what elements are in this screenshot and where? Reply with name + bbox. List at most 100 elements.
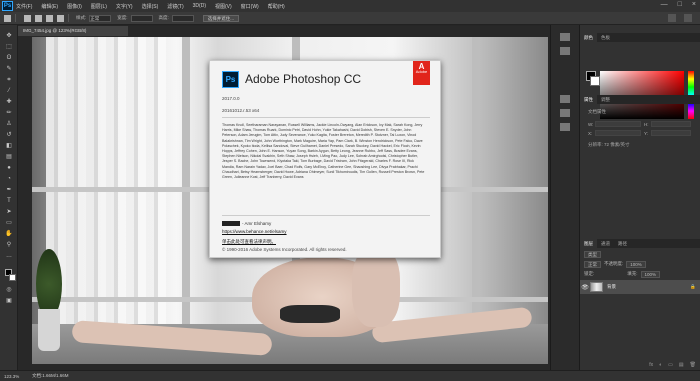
layer-thumbnail <box>590 282 603 292</box>
brush-panel-icon[interactable] <box>560 123 570 131</box>
menu-file[interactable]: 文件(F) <box>16 3 32 10</box>
fill-label: 填充: <box>627 271 638 276</box>
background-swatch[interactable] <box>590 76 600 86</box>
legal-notices-link[interactable]: 单击此处可查看法律声明。 <box>222 239 276 245</box>
height-label: 高度: <box>158 15 169 20</box>
width-input[interactable] <box>130 14 153 22</box>
minimize-icon[interactable]: — <box>661 1 668 8</box>
divider <box>68 14 69 22</box>
new-selection-icon[interactable] <box>24 14 31 22</box>
actions-panel-icon[interactable] <box>560 47 570 55</box>
select-and-mask-button[interactable]: 选择并遮住... <box>202 14 240 22</box>
menu-view[interactable]: 视图(V) <box>215 3 232 10</box>
menu-image[interactable]: 图像(I) <box>67 3 82 10</box>
clone-stamp-tool-icon[interactable]: ♙ <box>5 121 13 127</box>
path-selection-tool-icon[interactable]: ➤ <box>5 209 13 215</box>
background-color-swatch[interactable] <box>9 274 16 281</box>
layers-panel-header: 图层 通道 路径 <box>580 239 700 248</box>
paragraph-panel-icon[interactable] <box>560 109 570 117</box>
eraser-tool-icon[interactable]: ◧ <box>5 143 13 149</box>
intersect-selection-icon[interactable] <box>57 14 64 22</box>
new-layer-icon[interactable]: ▤ <box>679 362 684 370</box>
build-text: 20161012.r.53 x64 <box>222 108 260 113</box>
y-field[interactable] <box>651 130 691 136</box>
lock-icon: 🔒 <box>690 284 696 289</box>
add-selection-icon[interactable] <box>35 14 42 22</box>
menu-edit[interactable]: 编辑(E) <box>41 3 58 10</box>
type-tool-icon[interactable]: T <box>5 198 13 204</box>
fill-input[interactable]: 100% <box>640 270 661 278</box>
menu-filter[interactable]: 滤镜(T) <box>167 3 183 10</box>
layers-footer: fx ◐ ▭ ▤ 🗑 <box>580 362 700 370</box>
close-icon[interactable]: × <box>692 1 696 8</box>
menu-help[interactable]: 帮助(H) <box>268 3 285 10</box>
eyedropper-tool-icon[interactable]: ⁄ <box>5 88 13 94</box>
height-input[interactable] <box>171 14 194 22</box>
plant-pot <box>38 309 60 351</box>
workspace-icon[interactable] <box>684 14 692 22</box>
tab-adjustments[interactable]: 调整 <box>597 95 614 104</box>
maximize-icon[interactable]: □ <box>678 1 682 8</box>
marquee-tool-icon[interactable]: ⬚ <box>5 44 13 50</box>
pen-tool-icon[interactable]: ✒ <box>5 187 13 193</box>
layer-mask-icon[interactable]: ▭ <box>668 362 673 370</box>
menu-layer[interactable]: 图层(L) <box>91 3 107 10</box>
shape-tool-icon[interactable]: ▭ <box>5 220 13 226</box>
document-tab[interactable]: IMG_7454.jpg @ 123%(RGB/8) <box>18 26 128 36</box>
right-panels: 颜色 色板 属性 调整 文档属性 W: 36.6 厘米 H: 24.4 厘米 X… <box>580 25 700 370</box>
menu-type[interactable]: 文字(Y) <box>116 3 133 10</box>
author-link[interactable]: https://www.behance.net/elsamy <box>222 229 287 234</box>
healing-brush-tool-icon[interactable]: ✚ <box>5 99 13 105</box>
search-icon[interactable] <box>668 14 676 22</box>
gradient-tool-icon[interactable]: ▤ <box>5 154 13 160</box>
zoom-level[interactable]: 123.3% <box>4 374 28 379</box>
tab-channels[interactable]: 通道 <box>597 239 614 248</box>
height-field[interactable]: 24.4 厘米 <box>651 121 691 136</box>
crop-tool-icon[interactable]: ⌗ <box>5 77 13 83</box>
more-tools-icon[interactable]: … <box>5 253 13 259</box>
properties-panel-header: 属性 调整 <box>580 95 700 104</box>
figure-garment <box>280 305 340 323</box>
fx-icon[interactable]: fx <box>649 362 653 370</box>
menu-3d[interactable]: 3D(D) <box>193 3 206 9</box>
layer-kind-filter[interactable]: 类型 <box>584 250 601 258</box>
version-text: 2017.0.0 <box>222 96 240 101</box>
photoshop-logo-icon: Ps <box>222 71 239 88</box>
layer-filter-row: 类型 <box>584 250 696 258</box>
style-select[interactable]: 正常 <box>89 14 112 22</box>
marquee-tool-preset-icon[interactable] <box>4 14 11 22</box>
character-panel-icon[interactable] <box>560 95 570 103</box>
zoom-tool-icon[interactable]: ⚲ <box>5 242 13 248</box>
menu-window[interactable]: 窗口(W) <box>241 3 259 10</box>
tab-color[interactable]: 颜色 <box>580 33 597 42</box>
move-tool-icon[interactable]: ✥ <box>5 33 13 39</box>
layer-item[interactable]: 👁 背景 🔒 <box>580 280 700 294</box>
screen-mode-icon[interactable]: ▣ <box>5 298 13 304</box>
tab-layers[interactable]: 图层 <box>580 239 597 248</box>
tab-properties[interactable]: 属性 <box>580 95 597 104</box>
figure-torso <box>352 247 400 327</box>
about-dialog[interactable]: Ps Adobe Photoshop CC A Adobe 2017.0.0 2… <box>209 60 441 258</box>
hand-tool-icon[interactable]: ✋ <box>5 231 13 237</box>
history-panel-icon[interactable] <box>560 33 570 41</box>
history-brush-tool-icon[interactable]: ↺ <box>5 132 13 138</box>
divider <box>15 14 16 22</box>
trash-icon[interactable]: 🗑 <box>690 362 696 370</box>
subtract-selection-icon[interactable] <box>46 14 53 22</box>
menu-select[interactable]: 选择(S) <box>142 3 159 10</box>
blur-tool-icon[interactable]: ● <box>5 165 13 171</box>
x-field[interactable] <box>595 130 641 136</box>
blend-mode-select[interactable]: 正常 <box>584 260 601 268</box>
tab-swatches[interactable]: 色板 <box>597 33 614 42</box>
width-field[interactable]: 36.6 厘米 <box>595 121 641 136</box>
brush-tool-icon[interactable]: ✏ <box>5 110 13 116</box>
tab-paths[interactable]: 路径 <box>614 239 631 248</box>
adjustment-layer-icon[interactable]: ◐ <box>659 362 662 370</box>
dodge-tool-icon[interactable]: ◔ <box>5 176 13 182</box>
options-bar: 样式: 正常 宽度: 高度: 选择并遮住... <box>0 12 700 25</box>
eye-icon[interactable]: 👁 <box>580 284 590 291</box>
quick-mask-icon[interactable]: ◎ <box>5 287 13 293</box>
lasso-tool-icon[interactable]: ʘ <box>5 55 13 61</box>
quick-select-tool-icon[interactable]: ✎ <box>5 66 13 72</box>
opacity-input[interactable]: 100% <box>626 260 646 268</box>
